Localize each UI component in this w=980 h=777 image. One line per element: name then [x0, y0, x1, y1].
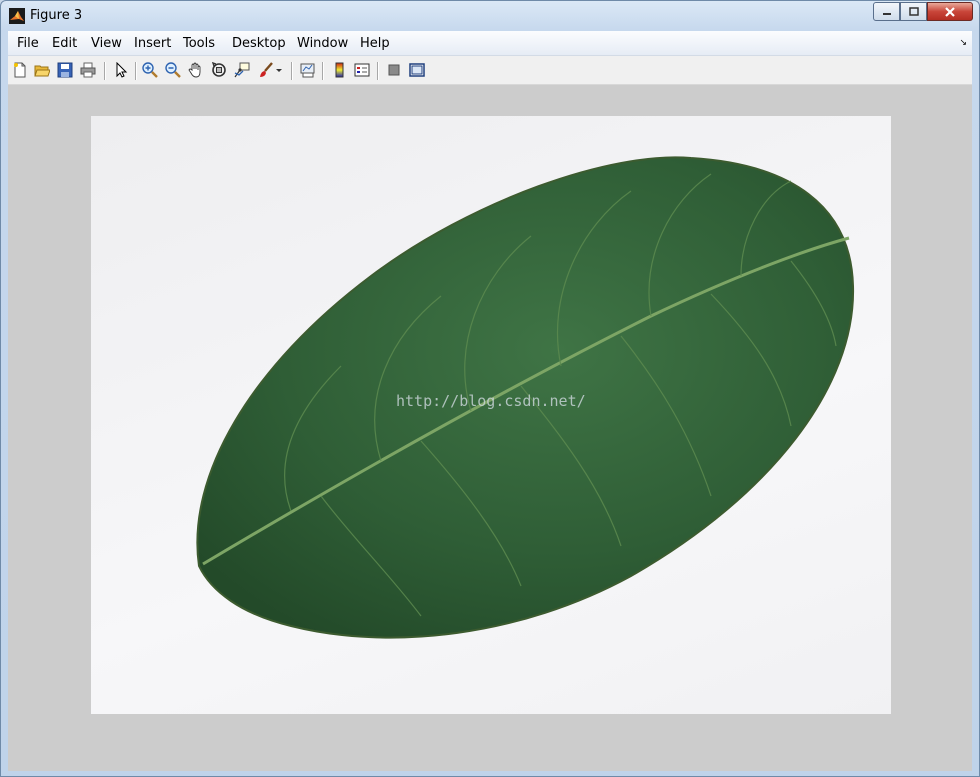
brush-dropdown-icon — [276, 69, 282, 72]
open-file-button[interactable] — [32, 60, 52, 80]
zoom-out-button[interactable] — [163, 60, 183, 80]
hide-plot-tools-icon — [388, 64, 400, 76]
leaf-image: http://blog.csdn.net/ — [91, 116, 891, 714]
print-icon — [80, 62, 96, 78]
toolbar-separator — [322, 62, 324, 80]
zoom-in-button[interactable] — [140, 60, 160, 80]
leaf-graphic: http://blog.csdn.net/ — [196, 156, 855, 639]
toolbar-separator — [291, 62, 293, 80]
close-button[interactable] — [927, 2, 973, 21]
edit-plot-button[interactable] — [111, 60, 131, 80]
title-bar[interactable]: Figure 3 — [1, 1, 979, 30]
brush-button[interactable] — [256, 60, 276, 80]
menu-desktop[interactable]: Desktop — [232, 36, 286, 51]
caption-buttons — [873, 2, 973, 21]
menu-help[interactable]: Help — [360, 36, 390, 51]
print-button[interactable] — [78, 60, 98, 80]
rotate-3d-icon — [211, 62, 226, 77]
maximize-button[interactable] — [900, 2, 927, 21]
zoom-in-icon — [142, 62, 158, 78]
pan-button[interactable] — [186, 60, 206, 80]
menu-bar: File Edit View Insert Tools Desktop Wind… — [8, 31, 972, 56]
new-figure-button[interactable] — [10, 60, 30, 80]
dock-figure-icon[interactable]: ↘ — [959, 37, 967, 48]
link-plot-icon — [300, 63, 315, 78]
brush-icon — [260, 62, 273, 77]
open-file-icon — [34, 65, 50, 77]
menu-edit[interactable]: Edit — [52, 36, 77, 51]
toolbar-separator — [377, 62, 379, 80]
figure-canvas[interactable]: http://blog.csdn.net/ — [8, 85, 972, 771]
figure-toolbar — [8, 56, 972, 85]
insert-legend-button[interactable] — [352, 60, 372, 80]
menu-window[interactable]: Window — [297, 36, 348, 51]
save-button[interactable] — [55, 60, 75, 80]
menu-tools[interactable]: Tools — [183, 36, 215, 51]
insert-colorbar-button[interactable] — [329, 60, 349, 80]
hide-plot-tools-button[interactable] — [384, 60, 404, 80]
minimize-button[interactable] — [873, 2, 900, 21]
legend-icon — [354, 63, 370, 77]
close-icon — [945, 6, 955, 17]
watermark-text: http://blog.csdn.net/ — [396, 392, 586, 410]
zoom-out-icon — [165, 62, 181, 78]
brush-dropdown-button[interactable] — [274, 60, 284, 80]
menu-file[interactable]: File — [17, 36, 39, 51]
show-plot-tools-icon — [409, 63, 425, 77]
show-plot-tools-button[interactable] — [407, 60, 427, 80]
link-plot-button[interactable] — [298, 60, 318, 80]
window-title: Figure 3 — [30, 8, 83, 23]
data-cursor-icon — [234, 62, 250, 78]
menu-insert[interactable]: Insert — [134, 36, 171, 51]
menu-view[interactable]: View — [91, 36, 122, 51]
data-cursor-button[interactable] — [232, 60, 252, 80]
rotate-3d-button[interactable] — [209, 60, 229, 80]
matlab-logo-icon — [9, 8, 25, 24]
toolbar-separator — [104, 62, 106, 80]
save-icon — [57, 62, 73, 78]
figure-window: Figure 3 File Edit View Insert Tools Des… — [0, 0, 980, 777]
toolbar-separator — [135, 62, 137, 80]
client-area: File Edit View Insert Tools Desktop Wind… — [8, 31, 972, 771]
new-figure-icon — [14, 62, 26, 78]
minimize-icon — [882, 12, 891, 15]
colorbar-icon — [335, 62, 344, 78]
pan-hand-icon — [188, 62, 201, 78]
edit-plot-arrow-icon — [116, 62, 128, 78]
maximize-icon — [908, 7, 919, 16]
